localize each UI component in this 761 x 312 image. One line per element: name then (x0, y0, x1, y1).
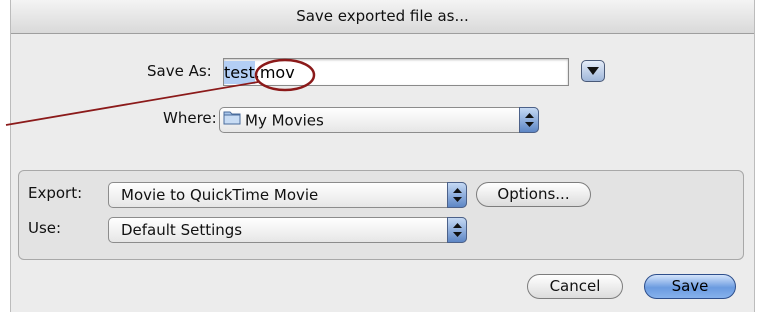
export-popup[interactable]: Movie to QuickTime Movie (108, 182, 467, 208)
popup-arrows-icon (447, 182, 467, 208)
export-value: Movie to QuickTime Movie (121, 186, 319, 204)
popup-arrows-icon (447, 217, 467, 243)
export-label: Export: (28, 184, 83, 202)
where-popup[interactable]: My Movies (219, 107, 539, 133)
folder-icon (223, 108, 241, 132)
save-dialog: Save exported file as... Save As: test.m… (10, 0, 755, 312)
options-button[interactable]: Options... (476, 182, 591, 207)
filename-input[interactable]: test.mov (223, 58, 569, 86)
where-label: Where: (163, 109, 217, 127)
dialog-title: Save exported file as... (11, 0, 754, 34)
filename-extension-text: .mov (254, 63, 295, 82)
cancel-button[interactable]: Cancel (527, 274, 623, 299)
save-button[interactable]: Save (644, 274, 736, 299)
where-value: My Movies (245, 111, 324, 130)
disclosure-triangle-icon (587, 67, 599, 75)
use-label: Use: (28, 219, 62, 237)
expand-disclosure-button[interactable] (581, 60, 605, 82)
use-value: Default Settings (121, 221, 243, 239)
popup-arrows-icon (519, 107, 539, 133)
filename-selected-text: test (224, 61, 255, 84)
save-as-label: Save As: (147, 62, 212, 80)
use-popup[interactable]: Default Settings (108, 217, 467, 243)
